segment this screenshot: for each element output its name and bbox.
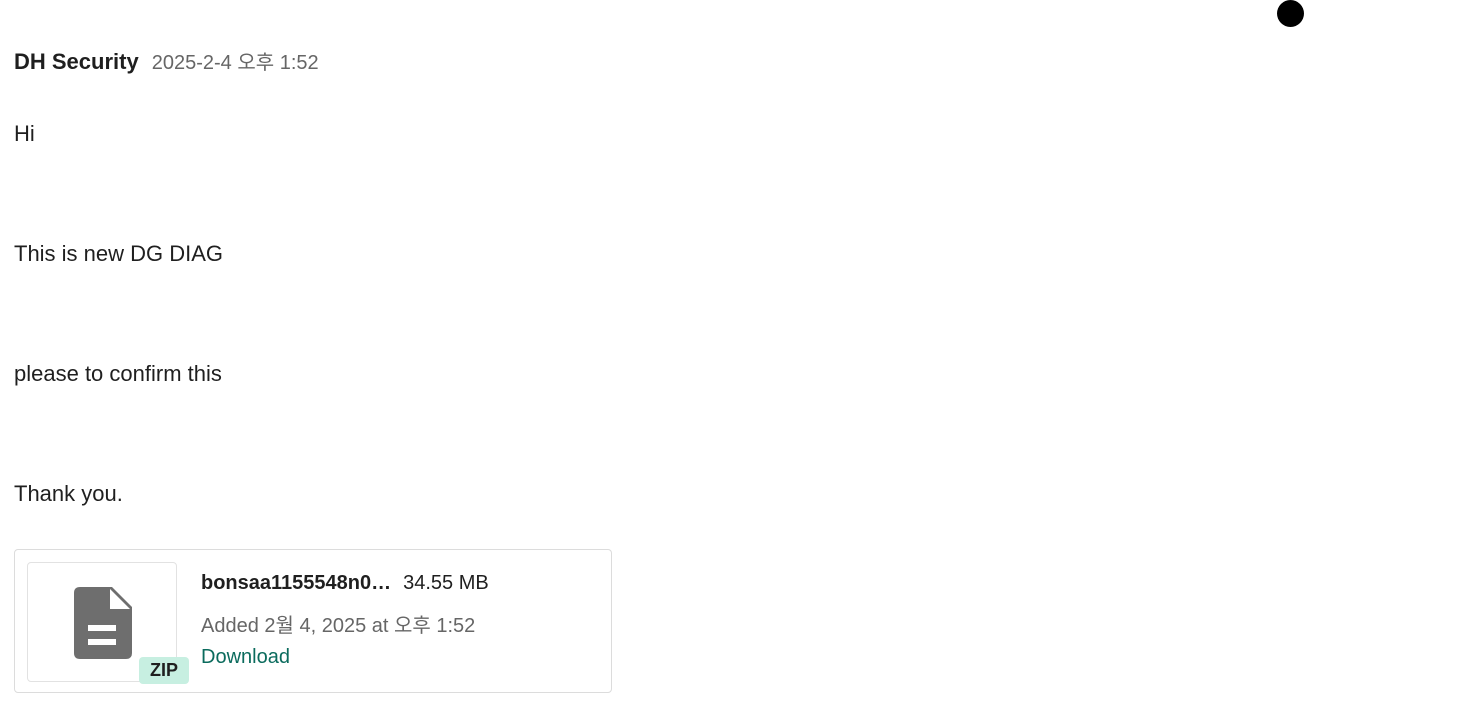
email-message-view: DH Security 2025-2-4 오후 1:52 Hi This is …	[0, 0, 1458, 709]
attachment-file-size: 34.55 MB	[403, 572, 489, 594]
message-header: DH Security 2025-2-4 오후 1:52	[14, 46, 319, 75]
message-body-line: please to confirm this	[14, 361, 222, 386]
file-type-badge: ZIP	[139, 657, 189, 684]
attachment-added-date: Added 2월 4, 2025 at 오후 1:52	[201, 615, 476, 637]
attachment-file-name[interactable]: bonsaa1155548n0…	[201, 572, 391, 595]
sender-name[interactable]: DH Security	[14, 49, 139, 75]
file-info-row: bonsaa1155548n0… 34.55 MB	[201, 572, 489, 595]
attachment-card[interactable]: ZIP bonsaa1155548n0… 34.55 MB Added 2월 4…	[14, 549, 612, 693]
message-body-line: Thank you.	[14, 481, 123, 506]
message-body-line: Hi	[14, 121, 35, 146]
message-timestamp: 2025-2-4 오후 1:52	[151, 52, 319, 74]
document-icon	[74, 587, 132, 664]
message-body-line: This is new DG DIAG	[14, 241, 224, 266]
mouse-cursor-dot	[1277, 0, 1304, 27]
download-link[interactable]: Download	[201, 646, 290, 669]
